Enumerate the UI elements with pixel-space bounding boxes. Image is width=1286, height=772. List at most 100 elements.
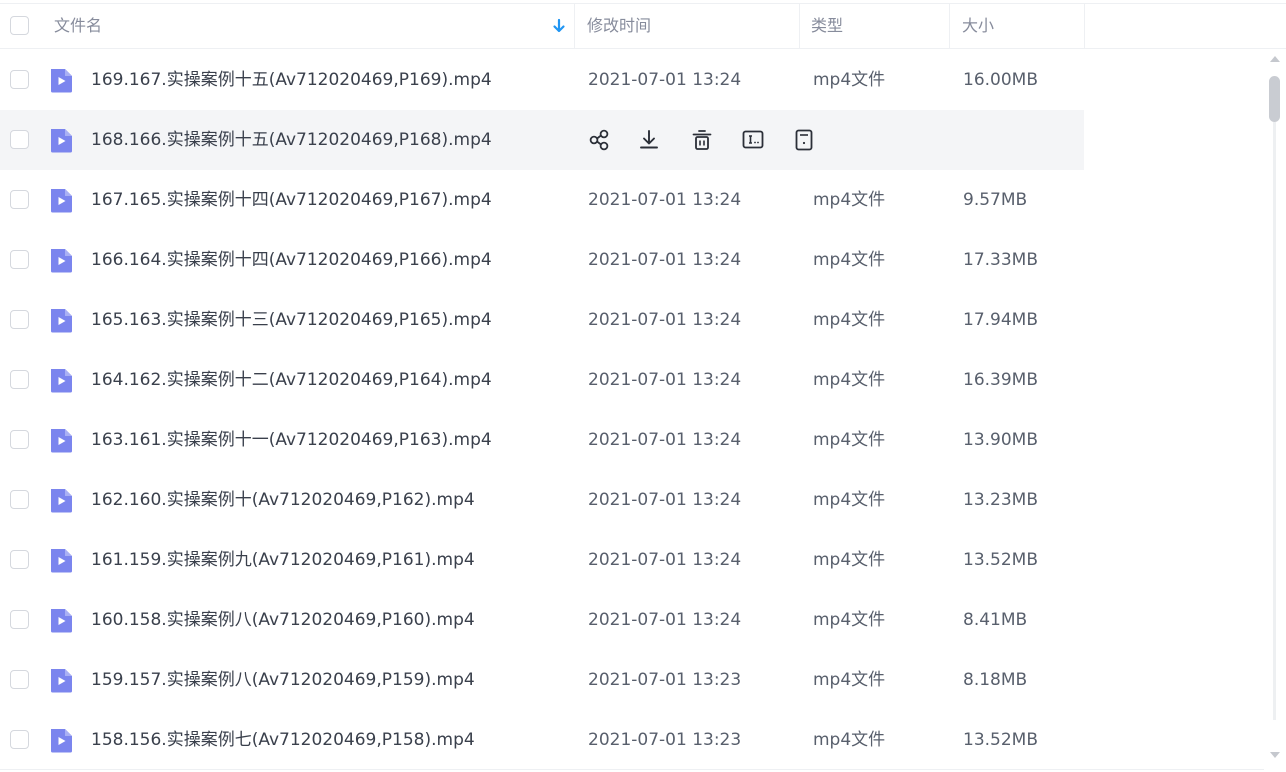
- modified-time: 2021-07-01 13:24: [588, 370, 742, 390]
- file-type: mp4文件: [813, 730, 886, 750]
- table-row[interactable]: 165.163.实操案例十三(Av712020469,P165).mp4 2021…: [0, 290, 1084, 350]
- modified-time: 2021-07-01 13:24: [588, 250, 742, 270]
- column-header-time[interactable]: 修改时间: [575, 4, 800, 48]
- row-checkbox[interactable]: [10, 190, 29, 209]
- row-checkbox[interactable]: [10, 250, 29, 269]
- file-size: 17.94MB: [963, 310, 1038, 330]
- table-row[interactable]: 159.157.实操案例八(Av712020469,P159).mp4 2021-…: [0, 650, 1084, 710]
- modified-time: 2021-07-01 13:24: [588, 190, 742, 210]
- table-row[interactable]: 158.156.实操案例七(Av712020469,P158).mp4 2021-…: [0, 710, 1084, 770]
- video-file-icon: [51, 669, 72, 693]
- video-file-icon: [51, 369, 72, 393]
- download-icon[interactable]: [637, 127, 661, 153]
- file-size: 16.00MB: [963, 70, 1038, 90]
- file-size: 13.23MB: [963, 490, 1038, 510]
- video-file-icon: [51, 309, 72, 333]
- file-name[interactable]: 163.161.实操案例十一(Av712020469,P163).mp4: [91, 410, 492, 470]
- video-file-icon: [51, 429, 72, 453]
- scroll-thumb[interactable]: [1269, 76, 1280, 122]
- video-file-icon: [51, 129, 72, 153]
- modified-time: 2021-07-01 13:23: [588, 730, 742, 750]
- row-checkbox[interactable]: [10, 130, 29, 149]
- file-list: 文件名 修改时间 类型 大小 169.167.实操案例十五(Av71202046…: [0, 0, 1286, 772]
- row-checkbox[interactable]: [10, 310, 29, 329]
- file-size: 17.33MB: [963, 250, 1038, 270]
- modified-time: 2021-07-01 13:24: [588, 310, 742, 330]
- file-name[interactable]: 168.166.实操案例十五(Av712020469,P168).mp4: [91, 110, 492, 170]
- file-type: mp4文件: [813, 70, 886, 90]
- file-size: 13.90MB: [963, 430, 1038, 450]
- table-row[interactable]: 161.159.实操案例九(Av712020469,P161).mp4 2021-…: [0, 530, 1084, 590]
- file-type: mp4文件: [813, 370, 886, 390]
- file-type: mp4文件: [813, 250, 886, 270]
- row-checkbox[interactable]: [10, 610, 29, 629]
- modified-time: 2021-07-01 13:24: [588, 550, 742, 570]
- modified-time: 2021-07-01 13:24: [588, 70, 742, 90]
- row-checkbox[interactable]: [10, 550, 29, 569]
- file-name[interactable]: 166.164.实操案例十四(Av712020469,P166).mp4: [91, 230, 492, 290]
- row-checkbox[interactable]: [10, 370, 29, 389]
- file-name[interactable]: 162.160.实操案例十(Av712020469,P162).mp4: [91, 470, 475, 530]
- table-row[interactable]: 168.166.实操案例十五(Av712020469,P168).mp4: [0, 110, 1084, 170]
- table-row[interactable]: 166.164.实操案例十四(Av712020469,P166).mp4 2021…: [0, 230, 1084, 290]
- file-name[interactable]: 161.159.实操案例九(Av712020469,P161).mp4: [91, 530, 475, 590]
- share-icon[interactable]: [587, 127, 611, 153]
- file-size: 16.39MB: [963, 370, 1038, 390]
- video-file-icon: [51, 729, 72, 753]
- scroll-up-arrow-icon[interactable]: [1270, 56, 1280, 62]
- file-type: mp4文件: [813, 490, 886, 510]
- file-type: mp4文件: [813, 670, 886, 690]
- row-checkbox[interactable]: [10, 490, 29, 509]
- modified-time: 2021-07-01 13:24: [588, 610, 742, 630]
- table-row[interactable]: 164.162.实操案例十二(Av712020469,P164).mp4 2021…: [0, 350, 1084, 410]
- video-file-icon: [51, 549, 72, 573]
- table-row[interactable]: 167.165.实操案例十四(Av712020469,P167).mp4 2021…: [0, 170, 1084, 230]
- file-name[interactable]: 165.163.实操案例十三(Av712020469,P165).mp4: [91, 290, 492, 350]
- file-type: mp4文件: [813, 310, 886, 330]
- file-size: 8.41MB: [963, 610, 1028, 630]
- file-type: mp4文件: [813, 190, 886, 210]
- sort-down-arrow-icon[interactable]: [552, 18, 566, 34]
- file-size: 9.57MB: [963, 190, 1028, 210]
- delete-icon[interactable]: [690, 127, 714, 153]
- column-header-size[interactable]: 大小: [950, 4, 1085, 48]
- file-name[interactable]: 167.165.实操案例十四(Av712020469,P167).mp4: [91, 170, 492, 230]
- video-file-icon: [51, 249, 72, 273]
- row-checkbox[interactable]: [10, 70, 29, 89]
- file-name[interactable]: 158.156.实操案例七(Av712020469,P158).mp4: [91, 710, 475, 770]
- file-list-header: 文件名 修改时间 类型 大小: [0, 3, 1286, 49]
- file-name[interactable]: 164.162.实操案例十二(Av712020469,P164).mp4: [91, 350, 492, 410]
- scroll-down-arrow-icon[interactable]: [1270, 752, 1280, 758]
- file-size: 13.52MB: [963, 550, 1038, 570]
- more-icon[interactable]: [792, 127, 816, 153]
- column-type-label: 类型: [811, 16, 844, 35]
- file-name[interactable]: 159.157.实操案例八(Av712020469,P159).mp4: [91, 650, 475, 710]
- scroll-track[interactable]: [1273, 122, 1276, 720]
- rename-icon[interactable]: [741, 127, 765, 153]
- table-row[interactable]: 162.160.实操案例十(Av712020469,P162).mp4 2021-…: [0, 470, 1084, 530]
- modified-time: 2021-07-01 13:23: [588, 670, 742, 690]
- table-row[interactable]: 160.158.实操案例八(Av712020469,P160).mp4 2021-…: [0, 590, 1084, 650]
- column-name-label: 文件名: [54, 16, 103, 35]
- row-checkbox[interactable]: [10, 430, 29, 449]
- video-file-icon: [51, 189, 72, 213]
- vertical-scrollbar[interactable]: [1264, 52, 1286, 770]
- file-type: mp4文件: [813, 550, 886, 570]
- file-type: mp4文件: [813, 430, 886, 450]
- column-size-label: 大小: [962, 16, 995, 35]
- file-name[interactable]: 169.167.实操案例十五(Av712020469,P169).mp4: [91, 50, 492, 110]
- video-file-icon: [51, 489, 72, 513]
- file-type: mp4文件: [813, 610, 886, 630]
- table-row[interactable]: 163.161.实操案例十一(Av712020469,P163).mp4 2021…: [0, 410, 1084, 470]
- modified-time: 2021-07-01 13:24: [588, 430, 742, 450]
- row-checkbox[interactable]: [10, 730, 29, 749]
- file-name[interactable]: 160.158.实操案例八(Av712020469,P160).mp4: [91, 590, 475, 650]
- column-header-name[interactable]: 文件名: [0, 4, 575, 48]
- file-size: 13.52MB: [963, 730, 1038, 750]
- row-checkbox[interactable]: [10, 670, 29, 689]
- table-row[interactable]: 169.167.实操案例十五(Av712020469,P169).mp4 2021…: [0, 50, 1084, 110]
- video-file-icon: [51, 609, 72, 633]
- file-size: 8.18MB: [963, 670, 1028, 690]
- modified-time: 2021-07-01 13:24: [588, 490, 742, 510]
- column-header-type[interactable]: 类型: [800, 4, 950, 48]
